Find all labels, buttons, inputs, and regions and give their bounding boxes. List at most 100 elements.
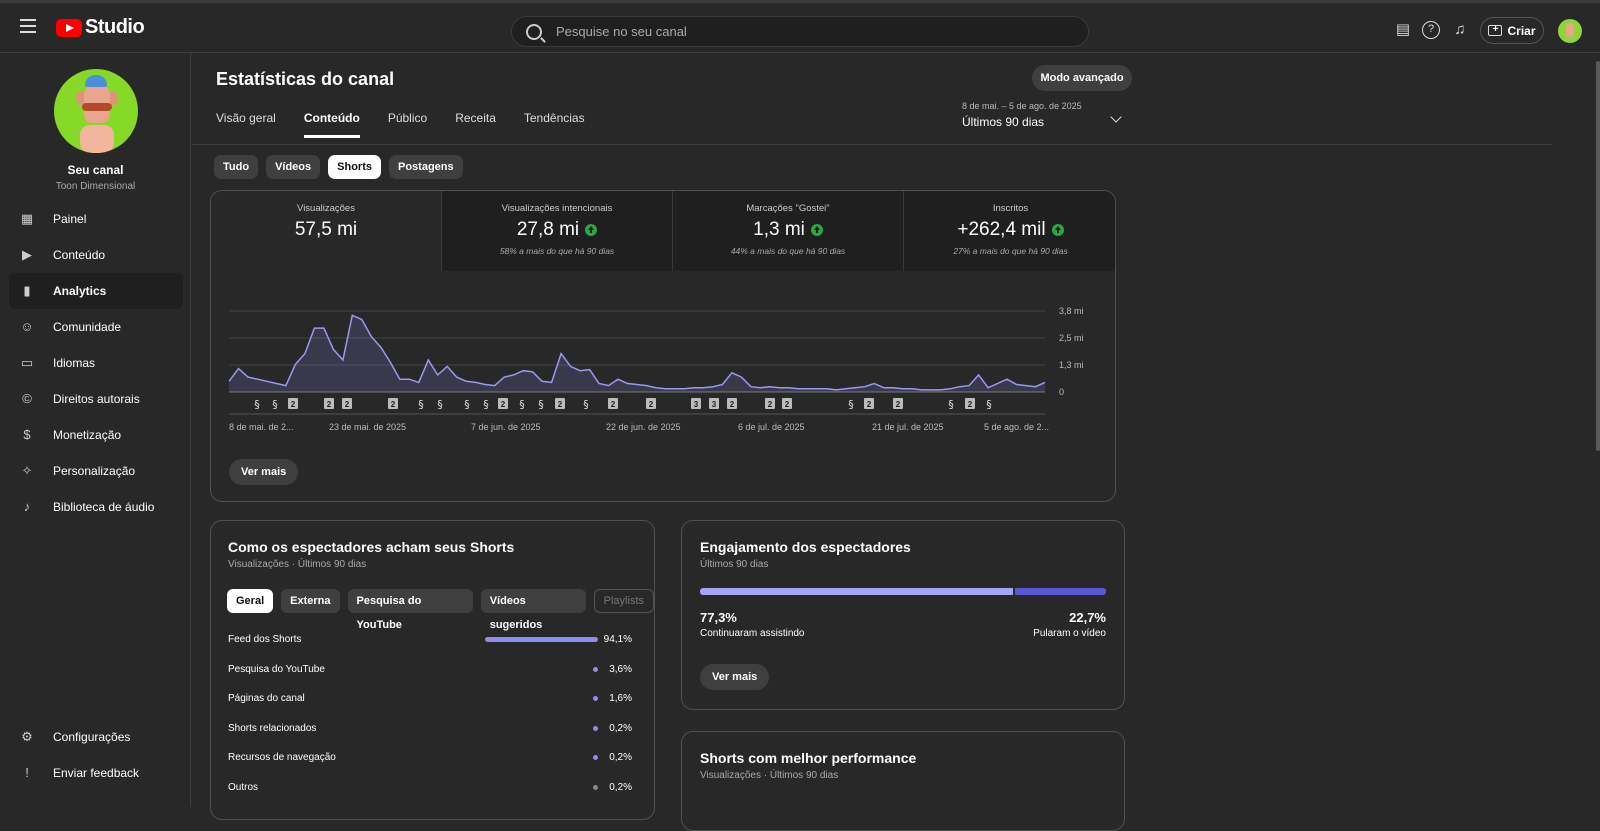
engagement-subtitle: Últimos 90 dias (700, 559, 769, 570)
help-icon[interactable]: ? (1422, 21, 1440, 39)
audio-library-icon: ♪ (23, 499, 31, 514)
sidebar-item-label: Direitos autorais (53, 392, 140, 406)
x-tick-label: 5 de ago. de 2... (984, 422, 1049, 432)
sidebar: Seu canal Toon Dimensional ▦ Painel ▶ Cont… (0, 53, 191, 807)
sidebar-item-personalizacao[interactable]: ✧ Personalização (9, 453, 183, 489)
traffic-source-row[interactable]: Recursos de navegação 0,2% (228, 752, 632, 772)
trend-up-icon (585, 224, 598, 236)
tab-tendencias[interactable]: Tendências (524, 111, 585, 138)
traffic-source-pct: 0,2% (609, 722, 632, 734)
channel-handle: Toon Dimensional (55, 181, 136, 192)
see-more-chart-button[interactable]: Ver mais (229, 459, 299, 485)
traffic-source-row[interactable]: Pesquisa do YouTube 3,6% (228, 664, 632, 684)
kpi-value: 27,8 mi (516, 219, 580, 240)
menu-icon[interactable] (20, 19, 36, 33)
x-tick-label: 22 de jun. de 2025 (606, 422, 681, 432)
sidebar-item-monetizacao[interactable]: $ Monetização (9, 417, 183, 453)
create-button[interactable]: + Criar (1480, 17, 1544, 44)
sidebar-item-label: Biblioteca de áudio (53, 500, 155, 514)
scrollbar-thumb[interactable] (1596, 61, 1600, 451)
shorts-marker-icon[interactable]: § (986, 398, 992, 411)
kpi-label: Inscritos (992, 203, 1029, 214)
tab-publico[interactable]: Público (388, 111, 427, 138)
sidebar-item-label: Comunidade (53, 320, 122, 334)
copyright-icon: © (22, 391, 32, 406)
x-tick-label: 8 de mai. de 2... (229, 422, 294, 432)
see-more-engagement-button[interactable]: Ver mais (700, 664, 770, 690)
kpi-likes[interactable]: Marcações "Gostei" 1,3 mi 44% a mais do … (673, 191, 904, 271)
traffic-source-label: Feed dos Shorts (228, 634, 302, 645)
scrollbar[interactable] (1596, 53, 1600, 807)
traffic-source-row[interactable]: Feed dos Shorts 94,1% (228, 634, 632, 654)
traffic-source-row[interactable]: Outros 0,2% (228, 782, 632, 802)
feedback-icon: ! (25, 765, 29, 780)
sidebar-item-analytics[interactable]: ▮ Analytics (9, 273, 183, 309)
kpi-views[interactable]: Visualizações 57,5 mi (211, 191, 442, 271)
studio-logo[interactable]: Studio (56, 16, 145, 39)
traffic-source-row[interactable]: Páginas do canal 1,6% (228, 693, 632, 713)
search-box[interactable] (511, 16, 1089, 47)
shorts-marker-icon[interactable]: § (538, 398, 544, 411)
upload-count-text: 2 (867, 400, 872, 409)
tab-conteudo[interactable]: Conteúdo (303, 111, 360, 138)
sidebar-item-label: Personalização (53, 464, 136, 478)
notifications-icon[interactable]: ♫ (1451, 21, 1469, 39)
traffic-source-label: Pesquisa do YouTube (228, 663, 325, 675)
chip-pesquisa-youtube[interactable]: Pesquisa do YouTube (347, 589, 473, 631)
shorts-marker-icon[interactable]: § (483, 398, 489, 411)
chip-geral[interactable]: Geral (227, 589, 274, 613)
y-tick-label: 3,8 mi (1059, 306, 1084, 316)
tab-receita[interactable]: Receita (455, 111, 496, 138)
traffic-source-pct: 1,6% (609, 693, 632, 704)
discovery-title: Como os espectadores acham seus Shorts (228, 539, 515, 555)
upload-count-text: 3 (694, 400, 699, 409)
sidebar-item-direitos-autorais[interactable]: © Direitos autorais (9, 381, 183, 417)
skipped-label: Pularam o vídeo (1033, 628, 1106, 639)
x-tick-label: 21 de jul. de 2025 (872, 422, 944, 432)
engagement-card: Engajamento dos espectadores Últimos 90 … (681, 520, 1125, 710)
upload-count-text: 2 (345, 400, 350, 409)
channel-avatar[interactable] (54, 69, 138, 153)
sidebar-item-configuracoes[interactable]: ⚙ Configurações (9, 719, 183, 755)
sidebar-item-enviar-feedback[interactable]: ! Enviar feedback (9, 755, 183, 791)
captions-icon[interactable]: ▤ (1394, 21, 1412, 39)
search-input[interactable] (556, 24, 1036, 39)
chip-shorts[interactable]: Shorts (328, 155, 381, 179)
chip-tudo[interactable]: Tudo (214, 155, 259, 179)
shorts-marker-icon[interactable]: § (583, 398, 589, 411)
chip-externa[interactable]: Externa (281, 589, 340, 613)
chip-postagens[interactable]: Postagens (388, 155, 463, 179)
shorts-marker-icon[interactable]: § (437, 398, 443, 411)
sidebar-item-label: Analytics (53, 284, 107, 298)
date-range-picker[interactable]: 8 de mai. – 5 de ago. de 2025 Últimos 90… (962, 101, 1122, 129)
shorts-marker-icon[interactable]: § (948, 398, 954, 411)
sidebar-item-biblioteca-audio[interactable]: ♪ Biblioteca de áudio (9, 489, 183, 525)
kpi-subscribers[interactable]: Inscritos +262,4 mil 27% a mais do que h… (904, 191, 1115, 271)
engagement-bar (700, 588, 1106, 595)
chip-videos[interactable]: Vídeos (266, 155, 321, 179)
traffic-source-label: Páginas do canal (228, 693, 305, 704)
shorts-marker-icon[interactable]: § (418, 398, 424, 411)
sidebar-item-painel[interactable]: ▦ Painel (9, 201, 183, 237)
y-tick-label: 2,5 mi (1059, 333, 1084, 343)
views-chart[interactable]: 3,8 mi2,5 mi1,3 mi0§ § 2 2 2 2 § § § § 2 § § 2 § 2 2 3 3 2 2… (211, 286, 1115, 456)
kpi-engaged-views[interactable]: Visualizações intencionais 27,8 mi 58% a… (442, 191, 673, 271)
sidebar-item-conteudo[interactable]: ▶ Conteúdo (9, 237, 183, 273)
advanced-mode-button[interactable]: Modo avançado (1032, 65, 1132, 91)
kpi-label: Marcações "Gostei" (746, 203, 830, 214)
traffic-source-bar (593, 784, 598, 790)
tab-visao-geral[interactable]: Visão geral (216, 111, 276, 138)
shorts-marker-icon[interactable]: § (272, 398, 278, 411)
shorts-marker-icon[interactable]: § (519, 398, 525, 411)
traffic-source-row[interactable]: Shorts relacionados 0,2% (228, 723, 632, 743)
community-icon: ☺ (20, 319, 34, 334)
kpi-change: 58% a mais do que há 90 dias (499, 246, 615, 256)
account-avatar[interactable] (1558, 19, 1582, 43)
sidebar-item-idiomas[interactable]: ▭ Idiomas (9, 345, 183, 381)
chip-videos-sugeridos[interactable]: Vídeos sugeridos (480, 589, 586, 631)
shorts-marker-icon[interactable]: § (464, 398, 470, 411)
shorts-marker-icon[interactable]: § (254, 398, 260, 411)
shorts-marker-icon[interactable]: § (848, 398, 854, 411)
sidebar-item-comunidade[interactable]: ☺ Comunidade (9, 309, 183, 345)
traffic-source-pct: 0,2% (609, 781, 632, 793)
